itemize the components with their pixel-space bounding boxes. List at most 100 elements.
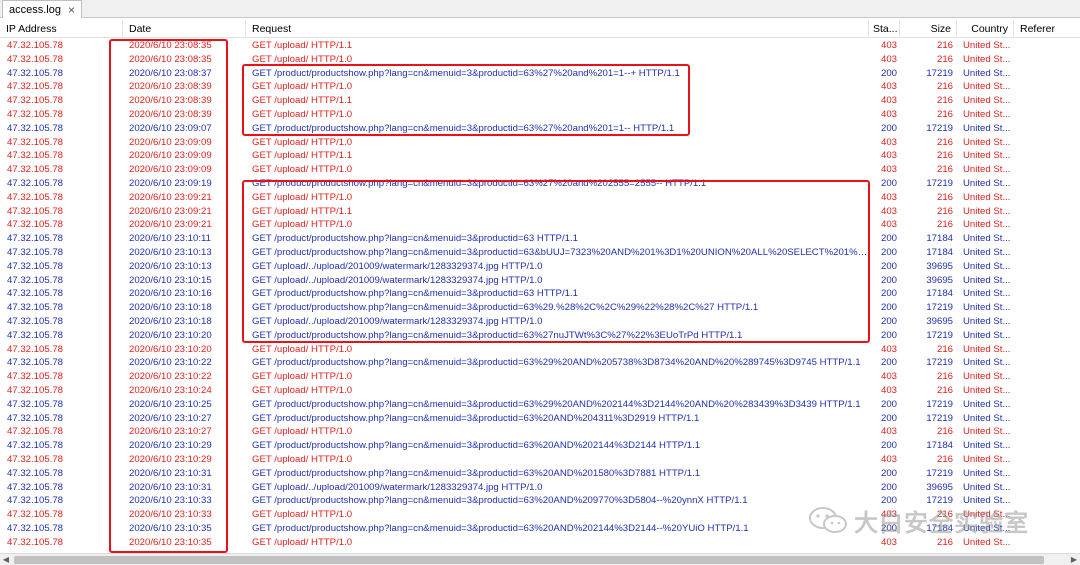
cell-date: 2020/6/10 23:09:09: [129, 150, 212, 162]
cell-ip: 47.32.105.78: [7, 426, 64, 438]
table-row[interactable]: 47.32.105.78 2020/6/10 23:08:35 GET /uploa…: [0, 53, 1080, 67]
cell-date: 2020/6/10 23:10:11: [129, 233, 211, 245]
cell-date: 2020/6/10 23:08:39: [129, 81, 212, 93]
table-row[interactable]: 47.32.105.78 2020/6/10 23:10:31 GET /uploa…: [0, 481, 1080, 495]
column-header-ip[interactable]: IP Address: [0, 20, 123, 38]
cell-status: 403: [880, 343, 897, 355]
cell-request: GET /upload/../upload/201009/watermark/1…: [252, 274, 543, 286]
log-table-body: 47.32.105.78 2020/6/10 23:08:35 GET /uploa…: [0, 38, 1080, 554]
table-row[interactable]: 47.32.105.78 2020/6/10 23:09:21 GET /uploa…: [0, 218, 1080, 232]
horizontal-scrollbar[interactable]: ◀ ▶: [0, 553, 1080, 565]
scroll-left-icon[interactable]: ◀: [0, 554, 12, 565]
cell-ip: 47.32.105.78: [7, 274, 64, 286]
tab-access-log[interactable]: access.log ×: [2, 0, 82, 18]
cell-status: 403: [880, 205, 897, 217]
cell-request: GET /upload/ HTTP/1.1: [252, 150, 353, 162]
cell-status: 403: [880, 150, 897, 162]
cell-size: 216: [936, 205, 953, 217]
table-row[interactable]: 47.32.105.78 2020/6/10 23:08:39 GET /uploa…: [0, 94, 1080, 108]
cell-country: United St...: [963, 219, 1011, 231]
table-row[interactable]: 47.32.105.78 2020/6/10 23:10:16 GET /produ…: [0, 287, 1080, 301]
table-row[interactable]: 47.32.105.78 2020/6/10 23:08:39 GET /uploa…: [0, 80, 1080, 94]
table-row[interactable]: 47.32.105.78 2020/6/10 23:10:24 GET /uploa…: [0, 384, 1080, 398]
cell-size: 216: [936, 40, 953, 51]
table-row[interactable]: 47.32.105.78 2020/6/10 23:08:35 GET /uploa…: [0, 39, 1080, 53]
table-row[interactable]: 47.32.105.78 2020/6/10 23:10:13 GET /produ…: [0, 246, 1080, 260]
cell-country: United St...: [963, 178, 1011, 189]
cell-country: United St...: [963, 247, 1011, 258]
table-row[interactable]: 47.32.105.78 2020/6/10 23:09:19 GET /produ…: [0, 177, 1080, 191]
column-header-country[interactable]: Country: [957, 20, 1014, 38]
table-row[interactable]: 47.32.105.78 2020/6/10 23:10:27 GET /produ…: [0, 412, 1080, 426]
cell-ip: 47.32.105.78: [7, 343, 64, 355]
table-row[interactable]: 47.32.105.78 2020/6/10 23:08:39 GET /uploa…: [0, 108, 1080, 122]
cell-status: 200: [880, 329, 897, 341]
table-row[interactable]: 47.32.105.78 2020/6/10 23:09:09 GET /uploa…: [0, 163, 1080, 177]
table-row[interactable]: 47.32.105.78 2020/6/10 23:10:22 GET /uploa…: [0, 370, 1080, 384]
table-row[interactable]: 47.32.105.78 2020/6/10 23:10:18 GET /uploa…: [0, 315, 1080, 329]
cell-status: 200: [880, 440, 897, 452]
close-icon[interactable]: ×: [68, 3, 75, 17]
cell-request: GET /product/productshow.php?lang=cn&men…: [252, 523, 749, 534]
cell-date: 2020/6/10 23:09:07: [129, 122, 212, 134]
table-row[interactable]: 47.32.105.78 2020/6/10 23:10:31 GET /produ…: [0, 467, 1080, 481]
cell-size: 216: [936, 136, 953, 148]
cell-status: 403: [880, 81, 897, 93]
table-row[interactable]: 47.32.105.78 2020/6/10 23:10:27 GET /uploa…: [0, 425, 1080, 439]
table-row[interactable]: 47.32.105.78 2020/6/10 23:10:25 GET /produ…: [0, 398, 1080, 412]
column-header-request[interactable]: Request: [246, 20, 869, 38]
table-row[interactable]: 47.32.105.78 2020/6/10 23:10:20 GET /produ…: [0, 329, 1080, 343]
cell-country: United St...: [963, 95, 1011, 107]
cell-status: 403: [880, 371, 897, 383]
cell-country: United St...: [963, 233, 1011, 245]
tab-bar: access.log ×: [0, 0, 1080, 18]
cell-country: United St...: [963, 440, 1011, 452]
cell-country: United St...: [963, 398, 1011, 410]
table-row[interactable]: 47.32.105.78 2020/6/10 23:10:29 GET /produ…: [0, 439, 1080, 453]
table-row[interactable]: 47.32.105.78 2020/6/10 23:08:37 GET /produ…: [0, 67, 1080, 81]
table-row[interactable]: 47.32.105.78 2020/6/10 23:10:11 GET /produ…: [0, 232, 1080, 246]
cell-date: 2020/6/10 23:10:15: [129, 274, 212, 286]
table-row[interactable]: 47.32.105.78 2020/6/10 23:10:22 GET /produ…: [0, 356, 1080, 370]
column-header-referer[interactable]: Referer: [1014, 20, 1080, 38]
table-row[interactable]: 47.32.105.78 2020/6/10 23:10:20 GET /uploa…: [0, 343, 1080, 357]
cell-status: 200: [880, 302, 897, 314]
cell-size: 216: [936, 191, 953, 203]
cell-request: GET /product/productshow.php?lang=cn&men…: [252, 398, 861, 410]
table-row[interactable]: 47.32.105.78 2020/6/10 23:09:09 GET /uploa…: [0, 136, 1080, 150]
table-row[interactable]: 47.32.105.78 2020/6/10 23:10:29 GET /uploa…: [0, 453, 1080, 467]
cell-status: 200: [880, 178, 897, 189]
scrollbar-thumb[interactable]: [14, 556, 1044, 564]
cell-status: 200: [880, 233, 897, 245]
cell-country: United St...: [963, 191, 1011, 203]
cell-country: United St...: [963, 481, 1011, 493]
cell-date: 2020/6/10 23:10:16: [129, 288, 212, 300]
cell-date: 2020/6/10 23:10:13: [129, 247, 212, 258]
cell-country: United St...: [963, 40, 1011, 51]
cell-ip: 47.32.105.78: [7, 454, 64, 465]
table-row[interactable]: 47.32.105.78 2020/6/10 23:09:21 GET /uploa…: [0, 205, 1080, 219]
table-row[interactable]: 47.32.105.78 2020/6/10 23:09:21 GET /uploa…: [0, 191, 1080, 205]
column-header-status[interactable]: Sta...: [869, 20, 900, 38]
scroll-right-icon[interactable]: ▶: [1068, 554, 1080, 565]
cell-ip: 47.32.105.78: [7, 509, 64, 521]
cell-request: GET /product/productshow.php?lang=cn&men…: [252, 247, 868, 258]
table-row[interactable]: 47.32.105.78 2020/6/10 23:10:15 GET /uploa…: [0, 274, 1080, 288]
table-row[interactable]: 47.32.105.78 2020/6/10 23:09:07 GET /produ…: [0, 122, 1080, 136]
cell-ip: 47.32.105.78: [7, 523, 64, 534]
cell-country: United St...: [963, 288, 1011, 300]
watermark-text: 大白安全实验室: [854, 508, 1029, 537]
table-row[interactable]: 47.32.105.78 2020/6/10 23:10:18 GET /produ…: [0, 301, 1080, 315]
cell-date: 2020/6/10 23:10:35: [129, 536, 212, 548]
cell-country: United St...: [963, 385, 1011, 396]
cell-date: 2020/6/10 23:09:19: [129, 178, 212, 189]
table-row[interactable]: 47.32.105.78 2020/6/10 23:09:09 GET /uploa…: [0, 149, 1080, 163]
table-row[interactable]: 47.32.105.78 2020/6/10 23:10:13 GET /uploa…: [0, 260, 1080, 274]
cell-ip: 47.32.105.78: [7, 40, 64, 51]
cell-country: United St...: [963, 136, 1011, 148]
column-header-date[interactable]: Date: [123, 20, 246, 38]
cell-country: United St...: [963, 426, 1011, 438]
cell-ip: 47.32.105.78: [7, 53, 64, 65]
column-header-size[interactable]: Size: [900, 20, 957, 38]
cell-date: 2020/6/10 23:08:37: [129, 67, 212, 79]
